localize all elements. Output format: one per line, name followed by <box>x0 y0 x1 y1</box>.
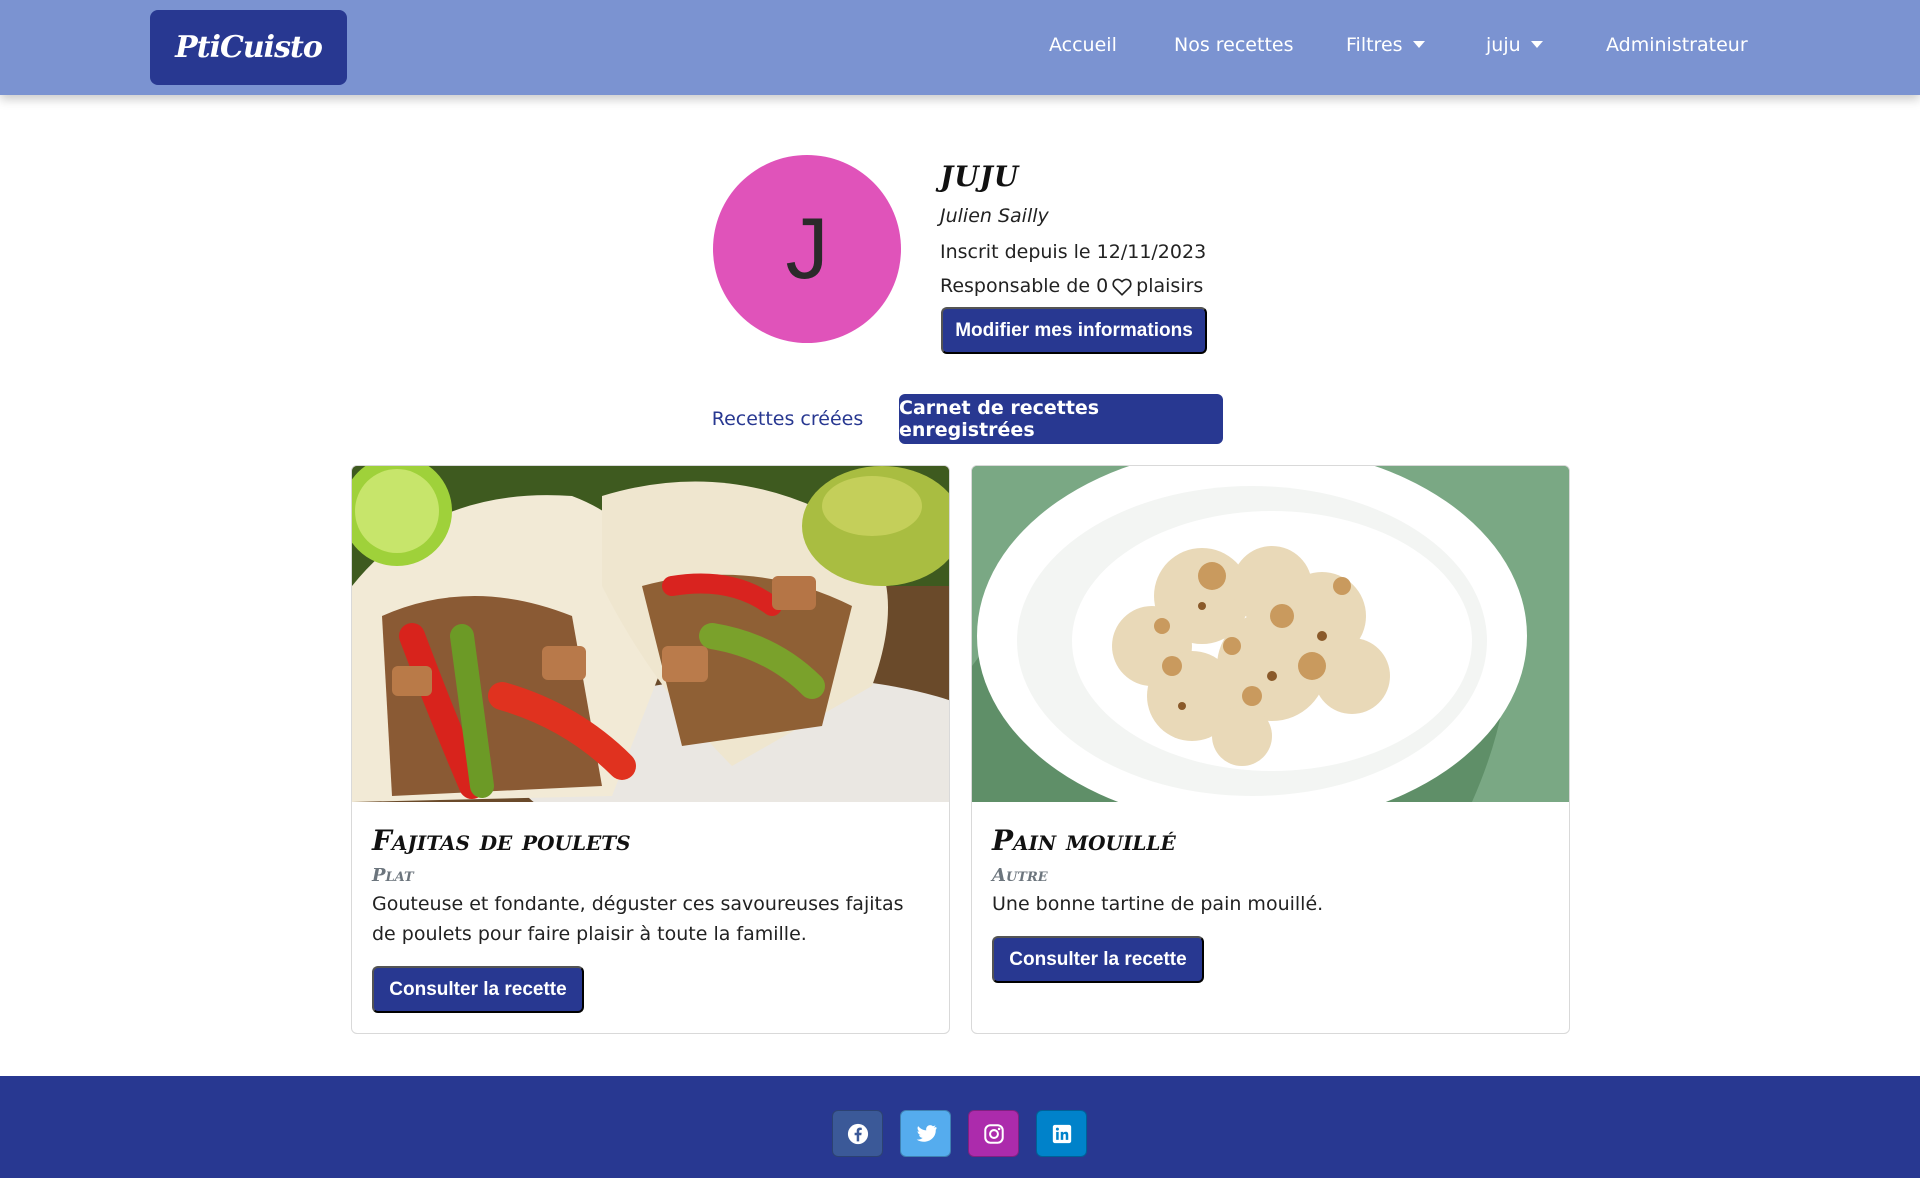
recipe-description: Une bonne tartine de pain mouillé. <box>992 893 1324 915</box>
recipe-title: Pain mouillé <box>992 824 1176 857</box>
recipe-category: Autre <box>992 865 1048 886</box>
nav-filters-dropdown[interactable]: Filtres <box>1346 34 1425 56</box>
profile-username: JUJU <box>940 160 1020 193</box>
linkedin-icon <box>1052 1124 1071 1143</box>
instagram-icon <box>983 1123 1004 1144</box>
profile-responsible-suffix: plaisirs <box>1136 275 1204 297</box>
recipe-card: Fajitas de poulets Plat Gouteuse et fond… <box>351 465 950 1034</box>
recipe-category: Plat <box>372 865 414 886</box>
heart-icon <box>1112 278 1132 296</box>
recipe-title: Fajitas de poulets <box>372 824 631 857</box>
brand-name: PtiCuisto <box>175 30 323 65</box>
recipe-image-pain-mouille <box>972 466 1569 802</box>
profile-since: Inscrit depuis le 12/11/2023 <box>940 241 1207 263</box>
tab-created-recipes[interactable]: Recettes créées <box>700 394 875 444</box>
view-recipe-button[interactable]: Consulter la recette <box>372 966 584 1013</box>
footer <box>0 1076 1920 1178</box>
nav-admin-link[interactable]: Administrateur <box>1606 34 1748 56</box>
facebook-icon <box>847 1123 868 1144</box>
brand-logo[interactable]: PtiCuisto <box>150 10 347 85</box>
nav-user-label: juju <box>1486 34 1521 56</box>
navbar: PtiCuisto Accueil Nos recettes Filtres j… <box>0 0 1920 95</box>
profile-responsible: Responsable de 0 plaisirs <box>940 275 1203 297</box>
avatar: J <box>713 155 901 343</box>
nav-user-dropdown[interactable]: juju <box>1486 34 1543 56</box>
view-recipe-button[interactable]: Consulter la recette <box>992 936 1204 983</box>
caret-down-icon <box>1530 40 1543 48</box>
recipe-image-fajitas <box>352 466 949 802</box>
recipe-description: Gouteuse et fondante, déguster ces savou… <box>372 893 904 945</box>
instagram-button[interactable] <box>968 1110 1019 1157</box>
linkedin-button[interactable] <box>1036 1110 1087 1157</box>
profile-responsible-prefix: Responsable de 0 <box>940 275 1109 297</box>
avatar-initial: J <box>785 200 829 297</box>
facebook-button[interactable] <box>832 1110 883 1157</box>
profile-fullname: Julien Sailly <box>940 205 1049 227</box>
recipe-card: Pain mouillé Autre Une bonne tartine de … <box>971 465 1570 1034</box>
nav-recipes-link[interactable]: Nos recettes <box>1174 34 1293 56</box>
caret-down-icon <box>1412 40 1425 48</box>
twitter-button[interactable] <box>900 1110 951 1157</box>
nav-home-link[interactable]: Accueil <box>1049 34 1117 56</box>
edit-profile-button[interactable]: Modifier mes informations <box>941 307 1207 354</box>
twitter-icon <box>916 1124 937 1142</box>
tab-saved-recipes[interactable]: Carnet de recettes enregistrées <box>899 394 1223 444</box>
nav-filters-label: Filtres <box>1346 34 1403 56</box>
